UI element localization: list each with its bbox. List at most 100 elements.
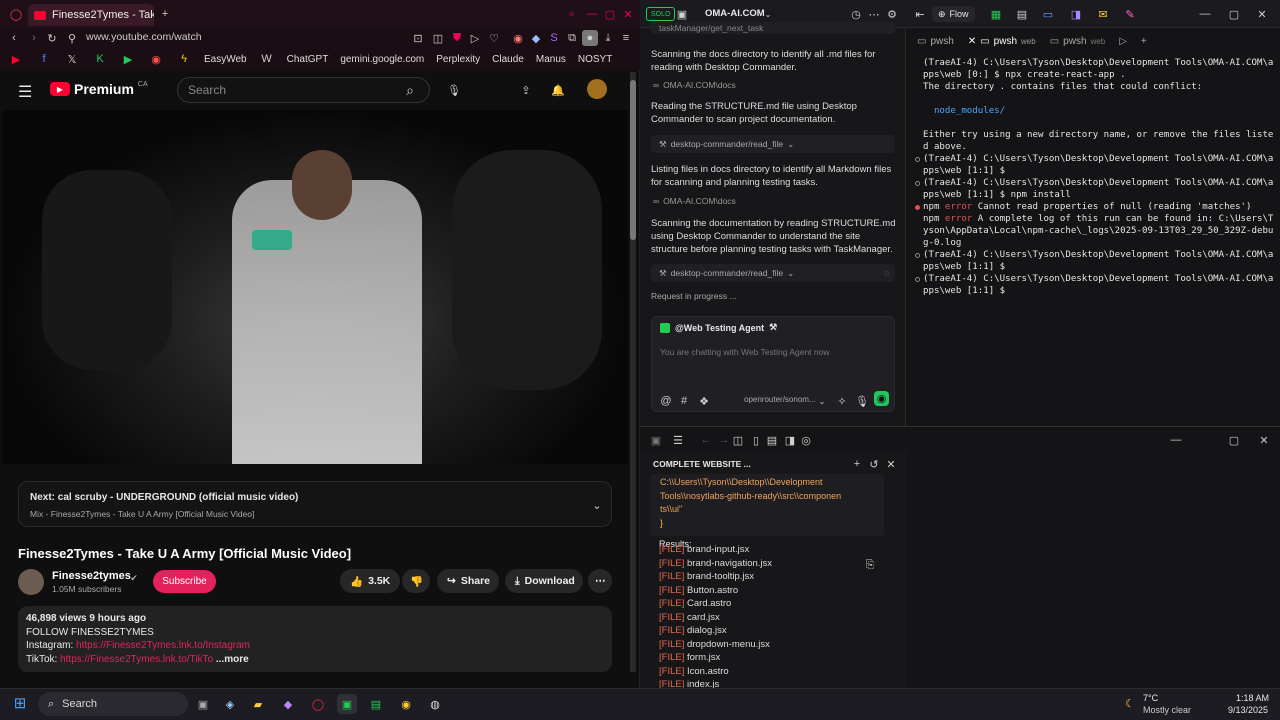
send-icon[interactable]: ◉	[874, 391, 889, 406]
file-result-item[interactable]: [FILE] brand-navigation.jsx	[659, 557, 772, 571]
bookmark-gemini[interactable]: gemini.google.com	[340, 54, 424, 65]
model-select[interactable]: openrouter/sonom...	[744, 395, 816, 404]
file-result-item[interactable]: [FILE] Card.astro	[659, 597, 772, 611]
app-icon[interactable]: ◆	[278, 694, 298, 714]
chat-history-icon[interactable]: ◷	[848, 6, 864, 22]
channel-avatar[interactable]	[18, 569, 44, 595]
snapshot-icon[interactable]: ◫	[430, 30, 446, 46]
extension-s-icon[interactable]: S	[546, 30, 562, 46]
command-status-icon[interactable]	[915, 205, 920, 210]
minimize-icon[interactable]: —	[1197, 6, 1213, 22]
avatar[interactable]	[587, 79, 607, 99]
minimize-icon[interactable]: —	[1168, 432, 1184, 448]
github-icon[interactable]: ◍	[425, 694, 445, 714]
settings-icon[interactable]: ⚙	[884, 6, 900, 22]
history-icon[interactable]: ↺	[866, 456, 882, 472]
figma-icon[interactable]: ❖	[696, 393, 712, 409]
layout-green-icon[interactable]: ▦	[988, 6, 1004, 22]
reload-icon[interactable]: ↻	[44, 30, 60, 46]
youtube-logo[interactable]: ▶ Premium CA	[50, 81, 148, 97]
task-view-icon[interactable]: ▣	[193, 694, 213, 714]
new-tab-icon[interactable]: +	[157, 6, 173, 22]
bookmark-perplexity[interactable]: Perplexity	[436, 54, 480, 65]
tool-call-read-file[interactable]: ⚒ desktop-commander/read_file ⌄ ◌	[651, 264, 895, 282]
share-button[interactable]: ↪ Share	[437, 569, 499, 593]
weather-desc[interactable]: Mostly clear	[1143, 705, 1191, 715]
account-icon[interactable]: ◎	[798, 432, 814, 448]
terminal-tab-2[interactable]: ✕ ▭ pwsh web	[968, 36, 1036, 47]
notifications-icon[interactable]: 🔔	[550, 82, 566, 98]
search-input[interactable]: Search	[177, 77, 430, 103]
close-icon[interactable]: ✕	[968, 36, 976, 47]
clock-time[interactable]: 1:18 AM	[1236, 693, 1269, 703]
weather-temp[interactable]: 7°C	[1143, 693, 1158, 703]
brush-icon[interactable]: ✎	[1122, 6, 1138, 22]
file-explorer-icon[interactable]: ▰	[248, 694, 268, 714]
microphone-icon[interactable]: 🎙	[854, 393, 870, 409]
run-icon[interactable]: ▷	[1119, 36, 1127, 47]
search-icon[interactable]: ⌕	[402, 82, 418, 98]
mention-icon[interactable]: @	[658, 393, 674, 409]
command-status-icon[interactable]	[915, 157, 920, 162]
docs-link[interactable]: ∞ OMA-AI.COM\docs	[653, 196, 736, 206]
mail-icon[interactable]: ✉	[1095, 6, 1111, 22]
bookmark-nosyt[interactable]: NOSYT	[578, 54, 612, 65]
panel-bottom-icon[interactable]: ▤	[764, 432, 780, 448]
dislike-button[interactable]: 👎	[402, 569, 430, 593]
back-icon[interactable]: ‹	[6, 30, 22, 46]
create-icon[interactable]: ⇪	[518, 82, 534, 98]
up-next-box[interactable]: Next: cal scruby - UNDERGROUND (official…	[18, 481, 612, 527]
close-window-icon[interactable]: ✕	[1254, 6, 1270, 22]
extension-game-icon[interactable]: ◆	[528, 30, 544, 46]
maximize-icon[interactable]: ▢	[602, 6, 618, 22]
profile-icon[interactable]: ●	[582, 30, 598, 46]
window-icon[interactable]: ▣	[674, 6, 690, 22]
close-icon[interactable]: ✕	[883, 456, 899, 472]
bolt-icon[interactable]: ϟ	[176, 51, 192, 67]
chat-input-box[interactable]: @Web Testing Agent ⚒ You are chatting wi…	[651, 316, 895, 412]
extensions-icon[interactable]: ⧉	[564, 30, 580, 46]
add-terminal-icon[interactable]: +	[1141, 36, 1147, 47]
tiktok-link[interactable]: https://Finesse2Tymes.lnk.to/TikTo	[60, 654, 213, 665]
forward-icon[interactable]: ›	[26, 30, 42, 46]
app-icon[interactable]: ▣	[648, 432, 664, 448]
instagram-link[interactable]: https://Finesse2Tymes.lnk.to/Instagram	[76, 640, 250, 651]
panel-right-icon[interactable]: ◨	[782, 432, 798, 448]
sparkle-icon[interactable]: ✧	[834, 393, 850, 409]
youtube-bookmark-icon[interactable]: ▶	[8, 51, 24, 67]
terminal-app-icon[interactable]: ▤	[366, 694, 386, 714]
file-result-item[interactable]: [FILE] dialog.jsx	[659, 624, 772, 638]
split-icon[interactable]: ◨	[1068, 6, 1084, 22]
tool-call-get-next-task[interactable]: taskManager/get_next_task	[651, 22, 895, 34]
download-icon[interactable]: ⤓	[600, 30, 616, 46]
solo-badge[interactable]: SOLO	[646, 7, 676, 21]
play-icon[interactable]: ▷	[467, 30, 483, 46]
command-status-icon[interactable]	[915, 181, 920, 186]
flow-button[interactable]: ⊕ Flow	[932, 6, 975, 22]
terminal-tab-3[interactable]: ▭ pwsh web	[1050, 36, 1106, 47]
more-link[interactable]: ...more	[216, 654, 249, 665]
hamburger-menu-icon[interactable]: ☰	[18, 82, 32, 102]
capture-icon[interactable]: ⊡	[410, 30, 426, 46]
trae-icon[interactable]: ▣	[337, 694, 357, 714]
bookmark-chatgpt[interactable]: ChatGPT	[287, 54, 329, 65]
browser-preview-icon[interactable]: ▭	[1040, 6, 1056, 22]
bookmark-easyweb[interactable]: EasyWeb	[204, 54, 247, 65]
video-player[interactable]	[2, 110, 628, 464]
docs-link[interactable]: ∞ OMA-AI.COM\docs	[653, 80, 736, 90]
like-button[interactable]: 👍 3.5K	[340, 569, 400, 593]
menu-icon[interactable]: ☰	[670, 432, 686, 448]
file-result-item[interactable]: [FILE] card.jsx	[659, 611, 772, 625]
subscribe-button[interactable]: Subscribe	[153, 570, 216, 593]
opera-icon[interactable]: ◯	[8, 6, 24, 22]
chevron-down-icon[interactable]: ⌄	[814, 393, 830, 409]
file-result-item[interactable]: [FILE] brand-tooltip.jsx	[659, 570, 772, 584]
terminal-output[interactable]: (TraeAI-4) C:\Users\Tyson\Desktop\Develo…	[915, 57, 1275, 297]
layout-icon[interactable]: ◫	[730, 432, 746, 448]
scrollbar[interactable]	[630, 72, 636, 672]
x-icon[interactable]: 𝕏	[64, 51, 80, 67]
bookmark-claude[interactable]: Claude	[492, 54, 524, 65]
file-result-item[interactable]: [FILE] form.jsx	[659, 651, 772, 665]
close-window-icon[interactable]: ✕	[1256, 432, 1272, 448]
extension-fox-icon[interactable]: ◉	[510, 30, 526, 46]
